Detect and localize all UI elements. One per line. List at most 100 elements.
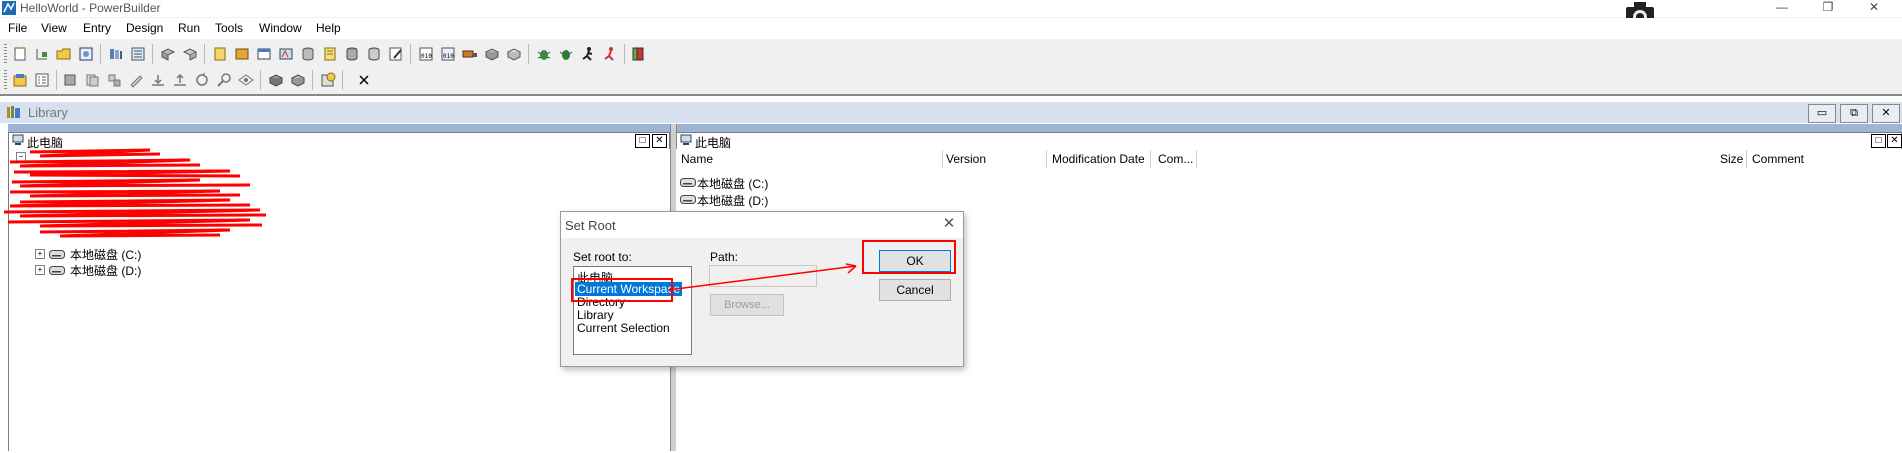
menu-view[interactable]: View (41, 21, 67, 35)
menu-window[interactable]: Window (259, 21, 302, 35)
column-header-version[interactable]: Version (946, 152, 986, 166)
browse-class-icon[interactable] (238, 72, 254, 88)
structure-icon[interactable] (234, 46, 250, 62)
check-out-icon[interactable] (290, 72, 306, 88)
import-icon[interactable] (172, 72, 188, 88)
toolbar-separator (100, 44, 101, 64)
binary-file-icon[interactable]: 010 (440, 46, 456, 62)
column-header-comment-short[interactable]: Com... (1158, 152, 1193, 166)
window-minimize-button[interactable]: — (1760, 0, 1804, 17)
library-close-button[interactable]: ✕ (1872, 104, 1900, 123)
move-entry-icon[interactable] (84, 72, 100, 88)
inherit-icon[interactable] (34, 46, 50, 62)
column-separator[interactable] (1046, 150, 1047, 168)
run-icon[interactable] (580, 46, 596, 62)
right-pane-header: 此电脑 □ ✕ (676, 132, 1902, 150)
menu-tools[interactable]: Tools (215, 21, 243, 35)
toolbar-separator (204, 44, 205, 64)
full-build-icon[interactable] (506, 46, 522, 62)
library-window-icon (7, 106, 20, 118)
close-icon[interactable] (356, 72, 372, 88)
disk-drive-icon (49, 266, 65, 275)
deploy-icon[interactable] (462, 46, 478, 62)
db-profile-icon[interactable] (344, 46, 360, 62)
root-option-library[interactable]: Library (577, 308, 614, 322)
column-header-comment[interactable]: Comment (1752, 152, 1804, 166)
window-painter-icon[interactable] (182, 46, 198, 62)
toolbar-grip[interactable] (4, 70, 7, 90)
debug-icon[interactable] (536, 46, 552, 62)
exit-icon[interactable] (630, 46, 646, 62)
toolbar-separator (312, 70, 313, 90)
properties-icon[interactable] (320, 72, 336, 88)
toolbar-separator (152, 44, 153, 64)
export-icon[interactable] (150, 72, 166, 88)
browser-icon[interactable] (78, 46, 94, 62)
dialog-close-button[interactable]: ✕ (941, 216, 957, 232)
library-minimize-button[interactable]: ▭ (1808, 104, 1836, 123)
select-all-icon[interactable] (34, 72, 50, 88)
menu-run[interactable]: Run (178, 21, 200, 35)
menu-file[interactable]: File (8, 21, 27, 35)
window-title: HelloWorld - PowerBuilder (20, 1, 161, 15)
root-option-current-selection[interactable]: Current Selection (577, 321, 670, 335)
new-icon[interactable] (12, 46, 28, 62)
column-separator[interactable] (1196, 150, 1197, 168)
copy-entry-icon[interactable] (62, 72, 78, 88)
menu-design[interactable]: Design (126, 21, 163, 35)
check-in-icon[interactable] (268, 72, 284, 88)
right-pane-maximize-button[interactable]: □ (1871, 134, 1886, 148)
set-root-label: Set root to: (573, 250, 632, 264)
menu-entry[interactable]: Entry (83, 21, 111, 35)
menu-help[interactable]: Help (316, 21, 341, 35)
dialog-titlebar[interactable] (561, 212, 963, 238)
menu-painter-icon[interactable] (256, 46, 272, 62)
column-separator[interactable] (942, 150, 943, 168)
tree-expand-icon[interactable]: + (35, 249, 45, 259)
db-painter-icon[interactable] (366, 46, 382, 62)
column-header-modification-date[interactable]: Modification Date (1052, 152, 1145, 166)
tree-item-disk-d[interactable]: 本地磁盘 (D:) (70, 262, 141, 279)
library-painter-icon[interactable] (12, 72, 28, 88)
list-item-disk-d[interactable]: 本地磁盘 (D:) (697, 192, 768, 209)
left-pane-maximize-button[interactable]: □ (635, 134, 650, 148)
report-icon[interactable] (322, 46, 338, 62)
rename-icon[interactable] (128, 72, 144, 88)
library-restore-button[interactable]: ⧉ (1840, 104, 1868, 123)
database-icon[interactable] (300, 46, 316, 62)
tree-item-disk-c[interactable]: 本地磁盘 (C:) (70, 246, 141, 263)
redaction-scribble (3, 148, 267, 238)
toolbar-separator (342, 70, 343, 90)
search-icon[interactable] (216, 72, 232, 88)
select-run-icon[interactable] (602, 46, 618, 62)
toolbar-grip[interactable] (4, 44, 7, 64)
tree-expand-icon[interactable]: + (35, 265, 45, 275)
column-header-size[interactable]: Size (1720, 152, 1743, 166)
delete-entry-icon[interactable] (106, 72, 122, 88)
list-item-disk-c[interactable]: 本地磁盘 (C:) (697, 175, 768, 192)
disk-drive-icon (680, 195, 696, 204)
column-separator[interactable] (1746, 150, 1747, 168)
library-list-icon[interactable] (130, 46, 146, 62)
select-debug-icon[interactable] (558, 46, 574, 62)
edit-icon[interactable] (388, 46, 404, 62)
toolbar-separator (56, 70, 57, 90)
build-icon[interactable] (484, 46, 500, 62)
column-header-name[interactable]: Name (681, 152, 713, 166)
column-separator[interactable] (1150, 150, 1151, 168)
application-icon[interactable] (160, 46, 176, 62)
left-pane-close-button[interactable]: ✕ (652, 134, 667, 148)
datawindow-icon[interactable] (212, 46, 228, 62)
library-icon[interactable] (108, 46, 124, 62)
powerbuilder-app-icon (2, 1, 16, 15)
open-folder-icon[interactable] (56, 46, 72, 62)
regenerate-icon[interactable] (194, 72, 210, 88)
right-pane-close-button[interactable]: ✕ (1887, 134, 1902, 148)
function-icon[interactable] (278, 46, 294, 62)
painter-toolbar: 010 010 (0, 41, 1902, 67)
binary-icon[interactable]: 010 (418, 46, 434, 62)
toolbar-separator (410, 44, 411, 64)
window-restore-button[interactable]: ❐ (1806, 0, 1850, 17)
window-close-button[interactable]: ✕ (1852, 0, 1896, 17)
cancel-button[interactable]: Cancel (879, 279, 951, 301)
